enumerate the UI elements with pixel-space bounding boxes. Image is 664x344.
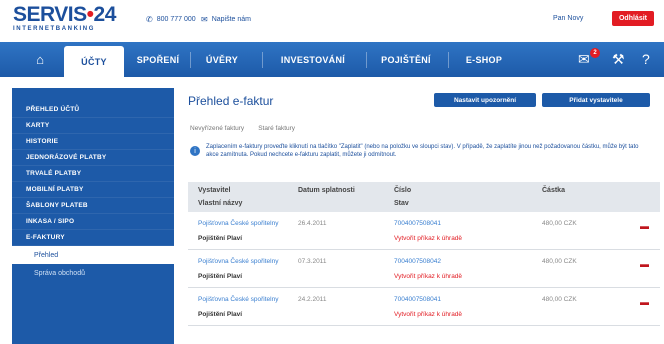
logo-text: SERVIS <box>13 3 87 26</box>
mail-icon: ✉ <box>201 15 208 24</box>
wrench-icon[interactable]: ⚒ <box>612 51 625 68</box>
info-box: i Zaplacením e-faktury proveďte kliknutí… <box>190 143 650 159</box>
add-issuer-button[interactable]: Přidat vystavitele <box>542 93 650 107</box>
sidebar-item-one-time-payments[interactable]: JEDNORÁZOVÉ PLATBY <box>12 150 174 166</box>
page-title: Přehled e-faktur <box>188 94 274 108</box>
nav-divider <box>448 52 449 68</box>
logout-button[interactable]: Odhlásit <box>612 11 654 26</box>
sidebar-subitem-issuer-management[interactable]: Správa obchodů <box>12 264 174 282</box>
table-row[interactable]: Pojišťovna České spořitelny 26.4.2011 70… <box>188 212 660 250</box>
sidebar-item-direct-debits[interactable]: INKASA / SIPO <box>12 214 174 230</box>
table-row[interactable]: Pojišťovna České spořitelny 07.3.2011 70… <box>188 250 660 288</box>
contact-link[interactable]: ✉ Napište nám <box>201 15 251 24</box>
sidebar-item-standing-orders[interactable]: TRVALÉ PLATBY <box>12 166 174 182</box>
info-text: Zaplacením e-faktury proveďte kliknutí n… <box>206 144 639 158</box>
invoice-table: Vystavitel Vlastní názvy Datum splatnost… <box>188 182 660 326</box>
nav-divider <box>262 52 263 68</box>
pdf-icon[interactable]: ▬ <box>640 297 649 307</box>
logo-subtitle: INTERNETBANKING <box>13 26 95 32</box>
status-link[interactable]: Vytvořit příkaz k úhradě <box>394 311 462 318</box>
main-nav: ⌂ ÚČTY SPOŘENÍ ÚVĚRY INVESTOVÁNÍ POJIŠTĚ… <box>0 42 664 77</box>
table-row[interactable]: Pojišťovna České spořitelny 24.2.2011 70… <box>188 288 660 326</box>
custom-label: Pojištění Plaví <box>198 235 243 242</box>
col-issuer-header: Vystavitel <box>198 187 231 194</box>
notification-badge: 2 <box>590 48 600 58</box>
nav-accounts[interactable]: ÚČTY <box>64 46 124 77</box>
logo-number: 24 <box>93 3 117 26</box>
amount: 480,00 CZK <box>542 220 577 227</box>
invoice-number[interactable]: 7004007508041 <box>394 220 441 227</box>
sidebar-item-accounts-overview[interactable]: PŘEHLED ÚČTŮ <box>12 102 174 118</box>
status-link[interactable]: Vytvořit příkaz k úhradě <box>394 273 462 280</box>
sidebar-item-e-invoices[interactable]: E-FAKTURY <box>12 230 174 246</box>
sidebar-item-history[interactable]: HISTORIE <box>12 134 174 150</box>
mailbox-icon[interactable]: ✉ <box>578 51 590 68</box>
header: SERVIS•24 INTERNETBANKING ✆ 800 777 000 … <box>0 0 664 38</box>
help-icon[interactable]: ? <box>642 51 650 67</box>
info-icon: i <box>190 146 200 156</box>
col-amount-header: Částka <box>542 187 565 194</box>
main-content: Přehled e-faktur Nastavit upozornění Při… <box>182 88 664 344</box>
nav-savings[interactable]: SPOŘENÍ <box>128 42 188 77</box>
nav-eshop[interactable]: E-SHOP <box>452 42 516 77</box>
nav-divider <box>190 52 191 68</box>
custom-label: Pojištění Plaví <box>198 273 243 280</box>
table-header: Vystavitel Vlastní názvy Datum splatnost… <box>188 182 660 212</box>
nav-loans[interactable]: ÚVĚRY <box>192 42 252 77</box>
col-number-header: Číslo <box>394 187 412 194</box>
home-icon[interactable]: ⌂ <box>18 42 62 77</box>
sidebar-subitem-overview[interactable]: Přehled <box>12 246 178 264</box>
due-date: 26.4.2011 <box>298 220 327 227</box>
tab-pending[interactable]: Nevyřízené faktury <box>190 125 244 132</box>
status-link[interactable]: Vytvořit příkaz k úhradě <box>394 235 462 242</box>
user-link[interactable]: Pan Novy <box>553 15 583 22</box>
invoice-number[interactable]: 7004007508041 <box>394 296 441 303</box>
logo[interactable]: SERVIS•24 INTERNETBANKING <box>13 4 116 33</box>
phone-link[interactable]: ✆ 800 777 000 <box>146 15 196 24</box>
issuer-link[interactable]: Pojišťovna České spořitelny <box>198 296 278 303</box>
notification-settings-button[interactable]: Nastavit upozornění <box>434 93 536 107</box>
sidebar-item-cards[interactable]: KARTY <box>12 118 174 134</box>
nav-investing[interactable]: INVESTOVÁNÍ <box>266 42 360 77</box>
logo-dot: • <box>86 3 94 26</box>
sidebar-item-payment-templates[interactable]: ŠABLONY PLATEB <box>12 198 174 214</box>
due-date: 07.3.2011 <box>298 258 327 265</box>
phone-icon: ✆ <box>146 15 153 24</box>
nav-divider <box>366 52 367 68</box>
contact-label: Napište nám <box>211 16 251 23</box>
sidebar-item-mobile-payments[interactable]: MOBILNÍ PLATBY <box>12 182 174 198</box>
pdf-icon[interactable]: ▬ <box>640 259 649 269</box>
issuer-link[interactable]: Pojišťovna České spořitelny <box>198 258 278 265</box>
col-label-header: Vlastní názvy <box>198 200 243 207</box>
amount: 480,00 CZK <box>542 258 577 265</box>
invoice-number[interactable]: 7004007508042 <box>394 258 441 265</box>
nav-insurance[interactable]: POJIŠTĚNÍ <box>370 42 442 77</box>
issuer-link[interactable]: Pojišťovna České spořitelny <box>198 220 278 227</box>
col-status-header: Stav <box>394 200 409 207</box>
invoice-tabs: Nevyřízené faktury Staré faktury <box>190 125 295 132</box>
sidebar: PŘEHLED ÚČTŮ KARTY HISTORIE JEDNORÁZOVÉ … <box>12 88 178 344</box>
pdf-icon[interactable]: ▬ <box>640 221 649 231</box>
tab-old[interactable]: Staré faktury <box>258 125 295 132</box>
col-date-header: Datum splatnosti <box>298 187 355 194</box>
amount: 480,00 CZK <box>542 296 577 303</box>
phone-number: 800 777 000 <box>156 16 196 23</box>
custom-label: Pojištění Plaví <box>198 311 243 318</box>
due-date: 24.2.2011 <box>298 296 327 303</box>
